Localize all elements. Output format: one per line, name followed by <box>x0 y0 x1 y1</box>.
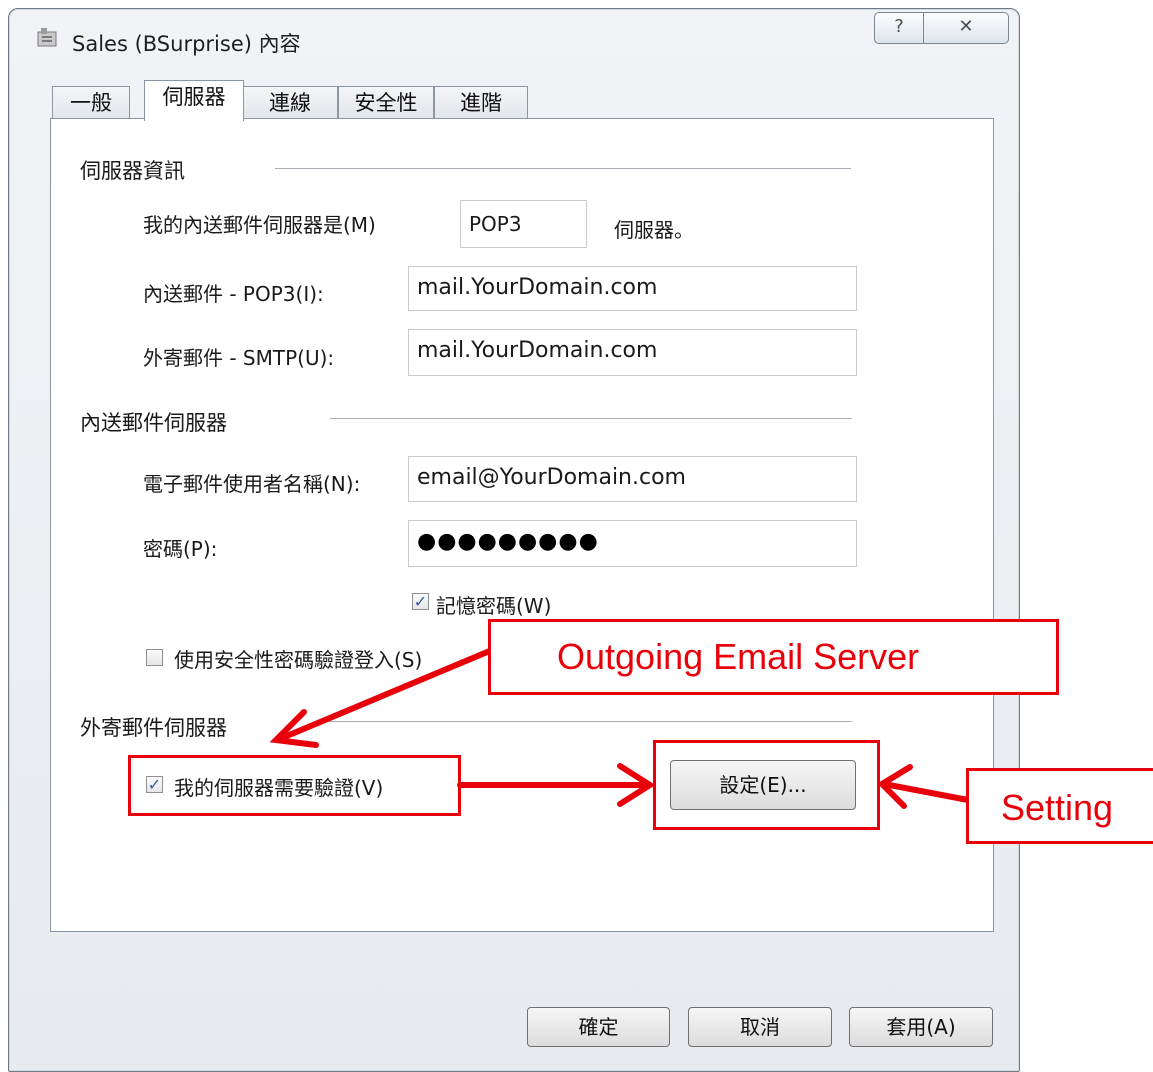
auth-highlight-box <box>128 755 461 816</box>
tab-servers[interactable]: 伺服器 <box>144 80 244 121</box>
outgoing-callout-box: Outgoing Email Server <box>488 619 1059 695</box>
setting-callout-box: Setting <box>966 768 1153 844</box>
outgoing-callout-text: Outgoing Email Server <box>557 636 920 677</box>
setting-callout-text: Setting <box>1001 787 1114 828</box>
settings-highlight-box <box>653 740 880 830</box>
annotation-arrows <box>269 647 971 809</box>
